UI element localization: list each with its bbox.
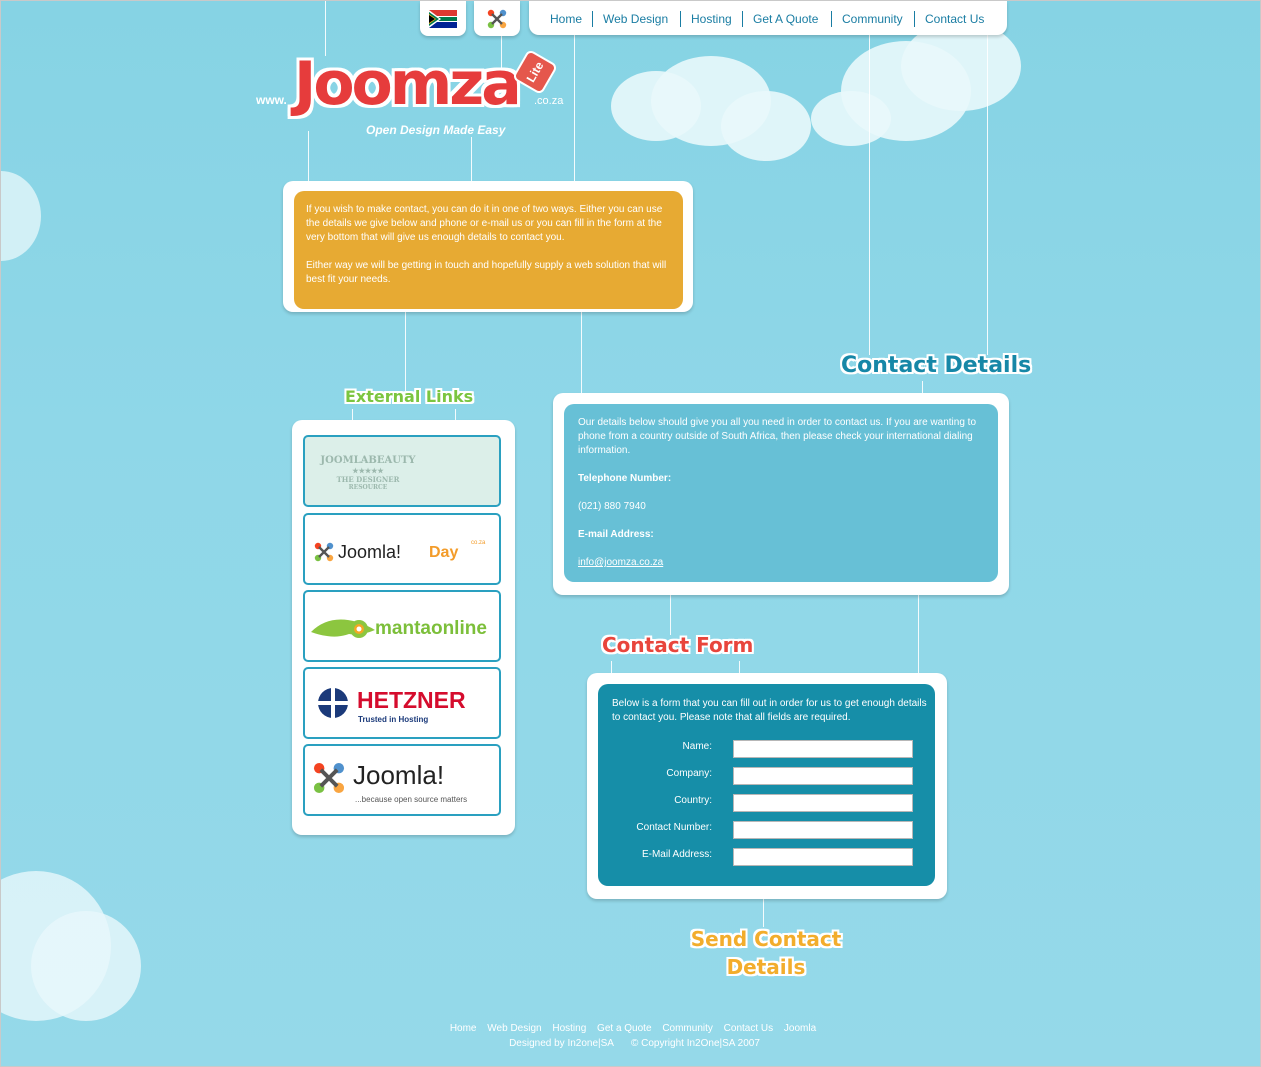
hanging-string	[581, 311, 582, 396]
email-address-label: E-Mail Address:	[641, 849, 712, 860]
hanging-string	[763, 899, 764, 927]
footer-link-contact-us[interactable]: Contact Us	[724, 1023, 773, 1034]
manta-wing-icon	[311, 619, 375, 638]
logo-tld: .co.za	[534, 95, 564, 107]
intro-panel: If you wish to make contact, you can do …	[294, 191, 683, 309]
joomla-day-day: Day	[429, 544, 459, 561]
footer-link-get-a-quote[interactable]: Get a Quote	[597, 1023, 651, 1034]
joomla-logo-icon	[314, 542, 334, 562]
nav-separator	[680, 11, 681, 27]
external-link-joomla[interactable]: Joomla! ...because open source matters	[303, 744, 501, 816]
joomlabeauty-line1: JOOMLABEAUTY	[320, 455, 416, 466]
mantaonline-text: mantaonline	[375, 618, 487, 639]
email-label: E-mail Address:	[578, 529, 654, 540]
contact-details-heading: Contact Details	[841, 353, 1032, 378]
hanging-string	[405, 311, 406, 391]
hanging-string	[670, 595, 671, 635]
nav-hosting[interactable]: Hosting	[691, 12, 732, 26]
nav-web-design[interactable]: Web Design	[603, 12, 668, 26]
nav-contact-us[interactable]: Contact Us	[925, 12, 984, 26]
joomlabeauty-line3: THE DESIGNER	[336, 475, 400, 484]
nav-home[interactable]: Home	[550, 12, 582, 26]
language-flag-button[interactable]	[420, 1, 466, 36]
joomla-slogan: ...because open source matters	[355, 795, 468, 804]
top-navigation: Home Web Design Hosting Get A Quote Comm…	[529, 1, 1007, 35]
phone-number: (021) 880 7940	[578, 501, 646, 512]
joomla-day-tld: co.za	[471, 540, 486, 546]
external-link-joomlabeauty[interactable]: JOOMLABEAUTY ★★★★★ THE DESIGNER RESOURCE	[303, 435, 501, 507]
send-button-line1: Send Contact	[690, 927, 842, 951]
footer-link-community[interactable]: Community	[662, 1023, 713, 1034]
joomlabeauty-logo: JOOMLABEAUTY ★★★★★ THE DESIGNER RESOURCE	[313, 443, 423, 503]
nav-separator	[831, 11, 832, 27]
cloud-shape	[31, 911, 141, 1021]
footer-link-home[interactable]: Home	[450, 1023, 477, 1034]
joomlabeauty-line4: RESOURCE	[348, 484, 388, 491]
nav-separator	[592, 11, 593, 27]
joomla-logo-icon	[313, 762, 345, 794]
cloud-shape	[1, 171, 41, 261]
hanging-string	[987, 35, 988, 355]
cloud-shape	[721, 91, 811, 161]
logo-www: www.	[256, 93, 287, 107]
contact-number-label: Contact Number:	[636, 822, 712, 833]
joomla-day-text: Joomla!	[338, 542, 402, 562]
external-link-hetzner[interactable]: HETZNER Trusted in Hosting	[303, 667, 501, 739]
contact-form-heading: Contact Form	[602, 633, 754, 657]
contact-details-panel: Our details below should give you all yo…	[564, 404, 998, 582]
hetzner-text: HETZNER	[357, 687, 466, 713]
country-label: Country:	[674, 795, 712, 806]
intro-paragraph-2: Either way we will be getting in touch a…	[306, 260, 667, 285]
hanging-string	[918, 595, 919, 675]
contact-details-intro: Our details below should give you all yo…	[578, 417, 977, 456]
joomla-site-button[interactable]	[474, 1, 520, 36]
external-links-heading: External Links	[345, 387, 474, 406]
company-label: Company:	[666, 768, 712, 779]
send-contact-details-button[interactable]: Send Contact Details	[681, 925, 851, 981]
footer-credits: Designed by In2one|SA © Copyright In2One…	[1, 1038, 1260, 1049]
phone-label: Telephone Number:	[578, 473, 672, 484]
site-logo[interactable]: www. Joomza .co.za Lite Open Design Made…	[256, 48, 576, 148]
nav-separator	[742, 11, 743, 27]
nav-community[interactable]: Community	[842, 12, 903, 26]
joomlabeauty-stars: ★★★★★	[352, 466, 384, 475]
page-background: Home Web Design Hosting Get A Quote Comm…	[0, 0, 1261, 1067]
joomla-logo-icon	[487, 9, 507, 29]
cloud-shape	[811, 91, 891, 146]
send-button-line2: Details	[726, 955, 806, 979]
nav-get-a-quote[interactable]: Get A Quote	[753, 12, 818, 26]
email-address-field[interactable]	[733, 848, 913, 866]
logo-brand: Joomza	[294, 49, 522, 119]
joomla-text: Joomla!	[353, 760, 445, 790]
name-label: Name:	[682, 741, 712, 752]
contact-details-card: Our details below should give you all yo…	[553, 393, 1009, 595]
footer-designed-by: Designed by In2one|SA	[509, 1038, 614, 1049]
intro-paragraph-1: If you wish to make contact, you can do …	[306, 204, 663, 243]
footer-links: Home Web Design Hosting Get a Quote Comm…	[1, 1023, 1260, 1034]
footer: Home Web Design Hosting Get a Quote Comm…	[1, 1023, 1260, 1049]
nav-separator	[914, 11, 915, 27]
hetzner-slogan: Trusted in Hosting	[358, 715, 429, 724]
intro-card: If you wish to make contact, you can do …	[283, 181, 693, 312]
footer-link-joomla[interactable]: Joomla	[784, 1023, 816, 1034]
hetzner-globe-icon	[318, 688, 348, 718]
country-field[interactable]	[733, 794, 913, 812]
contact-form-intro: Below is a form that you can fill out in…	[612, 698, 927, 723]
hanging-string	[325, 1, 326, 56]
company-field[interactable]	[733, 767, 913, 785]
logo-tagline: Open Design Made Easy	[366, 123, 506, 137]
footer-link-hosting[interactable]: Hosting	[552, 1023, 586, 1034]
contact-number-field[interactable]	[733, 821, 913, 839]
footer-link-web-design[interactable]: Web Design	[487, 1023, 541, 1034]
hanging-string	[869, 35, 870, 355]
external-link-joomla-day[interactable]: Joomla! Day co.za	[303, 513, 501, 585]
name-field[interactable]	[733, 740, 913, 758]
external-link-mantaonline[interactable]: mantaonline	[303, 590, 501, 662]
form-label-column: Name: Company: Country: Contact Number: …	[601, 741, 712, 871]
footer-copyright: © Copyright In2One|SA 2007	[630, 1038, 760, 1049]
email-link[interactable]: info@joomza.co.za	[578, 557, 663, 568]
south-africa-flag-icon	[429, 10, 457, 28]
